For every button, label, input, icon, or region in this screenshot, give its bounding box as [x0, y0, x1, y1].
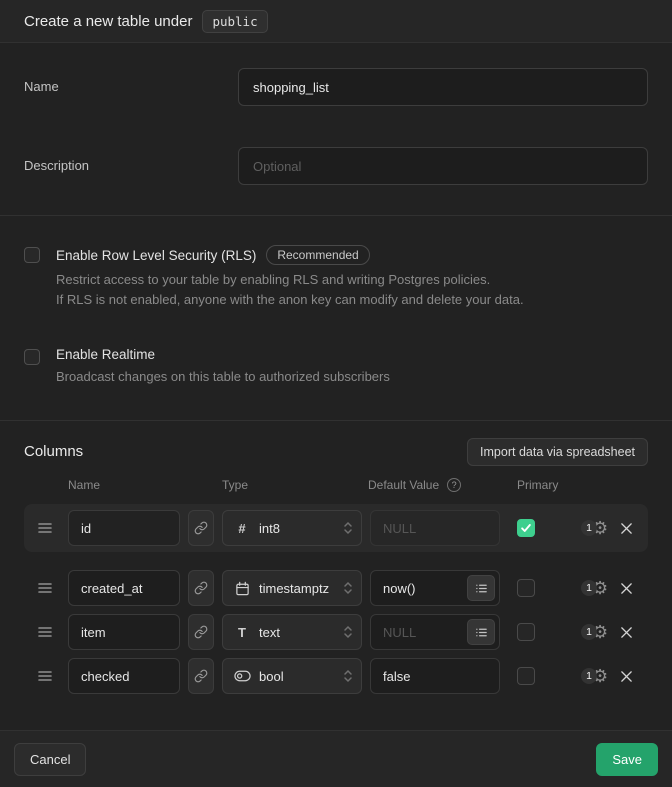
- text-type-icon: T: [233, 625, 251, 640]
- options-section: Enable Row Level Security (RLS) Recommen…: [0, 215, 672, 420]
- realtime-description: Broadcast changes on this table to autho…: [56, 367, 390, 387]
- rls-description-line2: If RLS is not enabled, anyone with the a…: [56, 290, 524, 310]
- header-primary: Primary: [517, 478, 558, 492]
- column-default-input[interactable]: [370, 510, 500, 546]
- cancel-button[interactable]: Cancel: [14, 743, 86, 776]
- column-type-select[interactable]: bool: [222, 658, 362, 694]
- rls-description: Restrict access to your table by enablin…: [56, 270, 524, 310]
- table-description-input[interactable]: [238, 147, 648, 185]
- chevron-updown-icon: [343, 669, 353, 683]
- header-type: Type: [222, 478, 248, 492]
- description-label: Description: [24, 147, 238, 173]
- primary-key-checkbox[interactable]: [517, 667, 535, 685]
- import-spreadsheet-button[interactable]: Import data via spreadsheet: [467, 438, 648, 466]
- settings-count-badge: 1: [581, 520, 597, 536]
- column-row-item: T text 1 ⚙: [24, 610, 648, 654]
- column-settings-button[interactable]: 1 ⚙: [581, 519, 608, 537]
- columns-table-header: Name Type Default Value ? Primary: [24, 478, 648, 493]
- rls-option: Enable Row Level Security (RLS) Recommen…: [24, 245, 648, 310]
- rls-option-body: Enable Row Level Security (RLS) Recommen…: [56, 245, 524, 310]
- column-type-select[interactable]: T text: [222, 614, 362, 650]
- column-type-value: bool: [259, 669, 284, 684]
- column-default-input[interactable]: [370, 658, 500, 694]
- remove-column-icon[interactable]: [620, 670, 633, 683]
- rls-description-line1: Restrict access to your table by enablin…: [56, 270, 524, 290]
- column-settings-button[interactable]: 1 ⚙: [581, 579, 608, 597]
- rls-label: Enable Row Level Security (RLS): [56, 248, 256, 263]
- foreign-key-link-icon[interactable]: [188, 614, 214, 650]
- name-field-row: Name: [24, 68, 648, 106]
- chevron-updown-icon: [343, 581, 353, 595]
- primary-key-checkbox[interactable]: [517, 579, 535, 597]
- chevron-updown-icon: [343, 625, 353, 639]
- drag-handle-icon[interactable]: [38, 582, 52, 594]
- header-default-value: Default Value: [368, 478, 439, 492]
- calendar-icon: [233, 581, 251, 596]
- recommended-badge: Recommended: [266, 245, 369, 265]
- column-type-value: text: [259, 625, 280, 640]
- table-info-section: Name Description: [0, 43, 672, 215]
- default-value-list-icon[interactable]: [467, 619, 495, 645]
- columns-section: Columns Import data via spreadsheet Name…: [0, 420, 672, 730]
- create-table-dialog: Create a new table under public Name Des…: [0, 0, 672, 787]
- foreign-key-link-icon[interactable]: [188, 510, 214, 546]
- rls-checkbox[interactable]: [24, 247, 40, 263]
- column-name-input[interactable]: [68, 614, 180, 650]
- column-row-created-at: timestamptz 1 ⚙: [24, 566, 648, 610]
- realtime-option: Enable Realtime Broadcast changes on thi…: [24, 347, 648, 387]
- remove-column-icon[interactable]: [620, 582, 633, 595]
- realtime-checkbox[interactable]: [24, 349, 40, 365]
- schema-badge: public: [202, 10, 267, 33]
- column-default-field: [370, 570, 500, 606]
- column-settings-button[interactable]: 1 ⚙: [581, 667, 608, 685]
- dialog-header: Create a new table under public: [0, 0, 672, 43]
- column-default-field: [370, 614, 500, 650]
- column-default-field: [370, 510, 500, 546]
- primary-key-checkbox[interactable]: [517, 623, 535, 641]
- settings-count-badge: 1: [581, 624, 597, 640]
- dialog-footer: Cancel Save: [0, 730, 672, 787]
- drag-handle-icon[interactable]: [38, 626, 52, 638]
- table-name-input[interactable]: [238, 68, 648, 106]
- boolean-toggle-icon: [233, 670, 251, 682]
- default-value-help-icon[interactable]: ?: [447, 478, 461, 492]
- default-value-list-icon[interactable]: [467, 575, 495, 601]
- remove-column-icon[interactable]: [620, 522, 633, 535]
- dialog-title: Create a new table under: [24, 13, 192, 30]
- drag-handle-icon[interactable]: [38, 522, 52, 534]
- name-label: Name: [24, 68, 238, 94]
- foreign-key-link-icon[interactable]: [188, 570, 214, 606]
- column-name-input[interactable]: [68, 510, 180, 546]
- foreign-key-link-icon[interactable]: [188, 658, 214, 694]
- header-name: Name: [68, 478, 100, 492]
- primary-key-checkbox[interactable]: [517, 519, 535, 537]
- column-name-input[interactable]: [68, 658, 180, 694]
- save-button[interactable]: Save: [596, 743, 658, 776]
- column-type-select[interactable]: timestamptz: [222, 570, 362, 606]
- column-type-value: timestamptz: [259, 581, 329, 596]
- column-type-select[interactable]: # int8: [222, 510, 362, 546]
- column-row-id: # int8 1 ⚙: [24, 504, 648, 552]
- realtime-option-body: Enable Realtime Broadcast changes on thi…: [56, 347, 390, 387]
- settings-count-badge: 1: [581, 580, 597, 596]
- column-row-checked: bool 1 ⚙: [24, 654, 648, 698]
- settings-count-badge: 1: [581, 668, 597, 684]
- column-name-input[interactable]: [68, 570, 180, 606]
- column-settings-button[interactable]: 1 ⚙: [581, 623, 608, 641]
- drag-handle-icon[interactable]: [38, 670, 52, 682]
- description-field-row: Description: [24, 147, 648, 185]
- columns-title: Columns: [24, 443, 83, 460]
- remove-column-icon[interactable]: [620, 626, 633, 639]
- columns-rows: # int8 1 ⚙: [24, 504, 648, 698]
- column-type-value: int8: [259, 521, 280, 536]
- column-default-field: [370, 658, 500, 694]
- chevron-updown-icon: [343, 521, 353, 535]
- realtime-label: Enable Realtime: [56, 347, 155, 362]
- hash-icon: #: [233, 521, 251, 536]
